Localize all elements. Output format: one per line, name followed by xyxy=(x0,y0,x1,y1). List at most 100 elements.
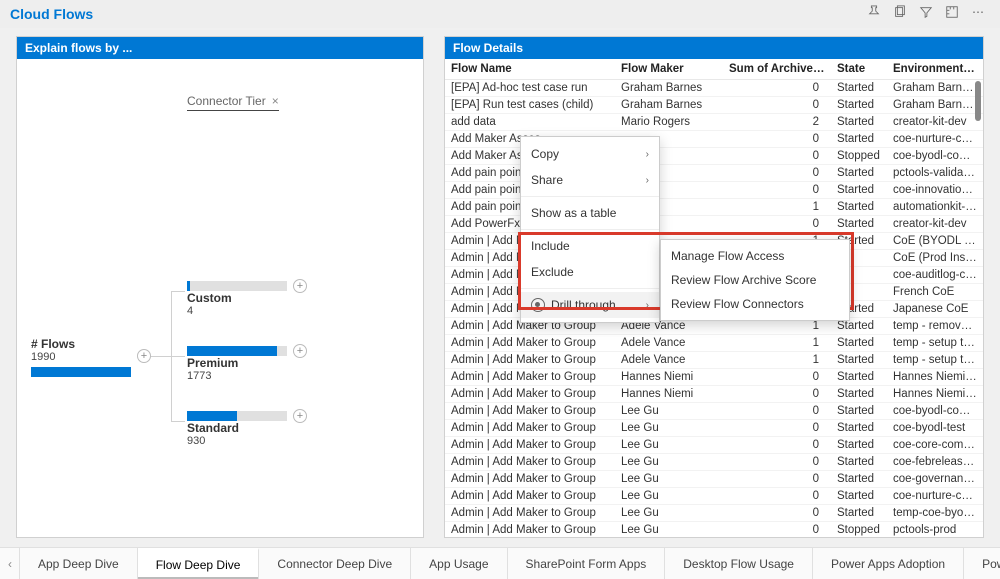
drill-review-connectors[interactable]: Review Flow Connectors xyxy=(661,292,849,316)
table-row[interactable]: Admin | Add Maker to GroupHannes Niemi0S… xyxy=(445,369,983,386)
cell-state: Started xyxy=(831,369,887,386)
report-tabs: ‹ App Deep DiveFlow Deep DiveConnector D… xyxy=(0,547,1000,579)
root-value: 1990 xyxy=(31,351,131,363)
tab-app-usage[interactable]: App Usage xyxy=(411,548,507,579)
ctx-copy[interactable]: Copy› xyxy=(521,141,659,167)
cell-flow-name: Admin | Add Maker to Group xyxy=(445,420,615,437)
cell-env: Graham Barnes's Environment xyxy=(887,97,983,114)
col-flow-maker[interactable]: Flow Maker xyxy=(615,59,723,80)
decomp-tree-visual[interactable]: Explain flows by ... Connector Tier × # … xyxy=(16,36,424,538)
cell-flow-maker: Graham Barnes xyxy=(615,80,723,97)
table-row[interactable]: add dataMario Rogers2Startedcreator-kit-… xyxy=(445,114,983,131)
cell-archive-score: 0 xyxy=(723,216,831,233)
cell-state: Started xyxy=(831,403,887,420)
cell-archive-score: 0 xyxy=(723,488,831,505)
tab-power-platform-yoy-adopti[interactable]: Power Platform YoY Adopti xyxy=(964,548,1000,579)
cell-state: Started xyxy=(831,352,887,369)
table-row[interactable]: [EPA] Run test cases (child)Graham Barne… xyxy=(445,97,983,114)
context-menu[interactable]: Copy› Share› Show as a table Include Exc… xyxy=(520,136,660,323)
filter-icon[interactable] xyxy=(918,4,934,20)
ctx-share[interactable]: Share› xyxy=(521,167,659,193)
ctx-show-as-table[interactable]: Show as a table xyxy=(521,200,659,226)
ctx-show-table-label: Show as a table xyxy=(531,206,616,220)
tab-sharepoint-form-apps[interactable]: SharePoint Form Apps xyxy=(508,548,666,579)
table-row[interactable]: Admin | Add Maker to GroupAdele Vance1St… xyxy=(445,335,983,352)
table-row[interactable]: Admin | Add Maker to GroupLee Gu0Stopped… xyxy=(445,522,983,538)
table-row[interactable]: Admin | Add Maker to GroupLee Gu0Started… xyxy=(445,505,983,522)
child2-label: Premium xyxy=(187,356,287,370)
ctx-include[interactable]: Include xyxy=(521,233,659,259)
table-row[interactable]: Admin | Add Maker to GroupLee Gu0Started… xyxy=(445,403,983,420)
tab-nav-prev[interactable]: ‹ xyxy=(0,548,20,579)
decomp-child-custom[interactable]: Custom 4 xyxy=(187,277,287,317)
table-row[interactable]: Admin | Add Maker to GroupAdele Vance1St… xyxy=(445,352,983,369)
tab-desktop-flow-usage[interactable]: Desktop Flow Usage xyxy=(665,548,813,579)
expand-standard-button[interactable]: + xyxy=(293,409,307,423)
cell-state: Started xyxy=(831,80,887,97)
remove-field-icon[interactable]: × xyxy=(272,94,279,108)
col-archive-score[interactable]: Sum of Archive Score xyxy=(723,59,831,80)
col-env-name[interactable]: Environment Name xyxy=(887,59,983,80)
col-flow-name[interactable]: Flow Name xyxy=(445,59,615,80)
tab-power-apps-adoption[interactable]: Power Apps Adoption xyxy=(813,548,964,579)
child3-bar xyxy=(187,411,287,421)
pin-icon[interactable] xyxy=(866,4,882,20)
table-row[interactable]: Admin | Add Maker to GroupLee Gu0Started… xyxy=(445,420,983,437)
ctx-drill-through[interactable]: Drill through › xyxy=(521,292,659,318)
focus-icon[interactable] xyxy=(944,4,960,20)
child2-value: 1773 xyxy=(187,370,287,382)
cell-state: Started xyxy=(831,97,887,114)
cell-state: Started xyxy=(831,335,887,352)
tab-app-deep-dive[interactable]: App Deep Dive xyxy=(20,548,138,579)
ctx-exclude[interactable]: Exclude xyxy=(521,259,659,285)
cell-env: coe-byodl-components-dev xyxy=(887,148,983,165)
cell-flow-maker: Hannes Niemi xyxy=(615,369,723,386)
cell-flow-name: Admin | Add Maker to Group xyxy=(445,471,615,488)
table-row[interactable]: [EPA] Ad-hoc test case runGraham Barnes0… xyxy=(445,80,983,97)
tab-flow-deep-dive[interactable]: Flow Deep Dive xyxy=(138,548,260,579)
tab-connector-deep-dive[interactable]: Connector Deep Dive xyxy=(259,548,411,579)
expand-custom-button[interactable]: + xyxy=(293,279,307,293)
cell-env: coe-byodl-components-dev xyxy=(887,403,983,420)
decomp-field-header[interactable]: Connector Tier × xyxy=(187,94,279,108)
more-icon[interactable]: ⋯ xyxy=(970,4,986,20)
cell-flow-name: Admin | Add Maker to Group xyxy=(445,403,615,420)
cell-flow-maker: Mario Rogers xyxy=(615,114,723,131)
drill-manage-flow-access[interactable]: Manage Flow Access xyxy=(661,244,849,268)
expand-premium-button[interactable]: + xyxy=(293,344,307,358)
scrollbar-thumb[interactable] xyxy=(975,81,981,121)
cell-flow-maker: Lee Gu xyxy=(615,403,723,420)
table-row[interactable]: Admin | Add Maker to GroupLee Gu0Started… xyxy=(445,437,983,454)
cell-state: Started xyxy=(831,505,887,522)
cell-env: Hannes Niemi's Environment xyxy=(887,369,983,386)
decomp-child-standard[interactable]: Standard 930 xyxy=(187,407,287,447)
ctx-include-label: Include xyxy=(531,239,570,253)
col-state[interactable]: State xyxy=(831,59,887,80)
ctx-separator xyxy=(521,196,659,197)
top-bar: Cloud Flows ⋯ xyxy=(0,0,1000,28)
cell-archive-score: 0 xyxy=(723,80,831,97)
cell-flow-maker: Hannes Niemi xyxy=(615,386,723,403)
decomp-child-premium[interactable]: Premium 1773 xyxy=(187,342,287,382)
drill-review-archive-score[interactable]: Review Flow Archive Score xyxy=(661,268,849,292)
decomp-root-node[interactable]: # Flows 1990 xyxy=(31,337,131,377)
cell-env: coe-auditlog-components-dev xyxy=(887,267,983,284)
ctx-separator xyxy=(521,229,659,230)
cell-state: Started xyxy=(831,454,887,471)
decomp-body: Connector Tier × # Flows 1990 + Custom 4 xyxy=(17,59,423,537)
expand-root-button[interactable]: + xyxy=(137,349,151,363)
copy-icon[interactable] xyxy=(892,4,908,20)
cell-flow-name: Admin | Add Maker to Group xyxy=(445,369,615,386)
root-label: # Flows xyxy=(31,337,131,351)
cell-flow-name: Admin | Add Maker to Group xyxy=(445,505,615,522)
table-row[interactable]: Admin | Add Maker to GroupHannes Niemi0S… xyxy=(445,386,983,403)
cell-state: Stopped xyxy=(831,522,887,538)
table-row[interactable]: Admin | Add Maker to GroupLee Gu0Started… xyxy=(445,454,983,471)
drill-through-submenu[interactable]: Manage Flow Access Review Flow Archive S… xyxy=(660,239,850,321)
table-row[interactable]: Admin | Add Maker to GroupLee Gu0Started… xyxy=(445,488,983,505)
cell-archive-score: 1 xyxy=(723,352,831,369)
cell-archive-score: 1 xyxy=(723,335,831,352)
cell-flow-maker: Lee Gu xyxy=(615,471,723,488)
table-row[interactable]: Admin | Add Maker to GroupLee Gu0Started… xyxy=(445,471,983,488)
cell-env: pctools-validation xyxy=(887,165,983,182)
